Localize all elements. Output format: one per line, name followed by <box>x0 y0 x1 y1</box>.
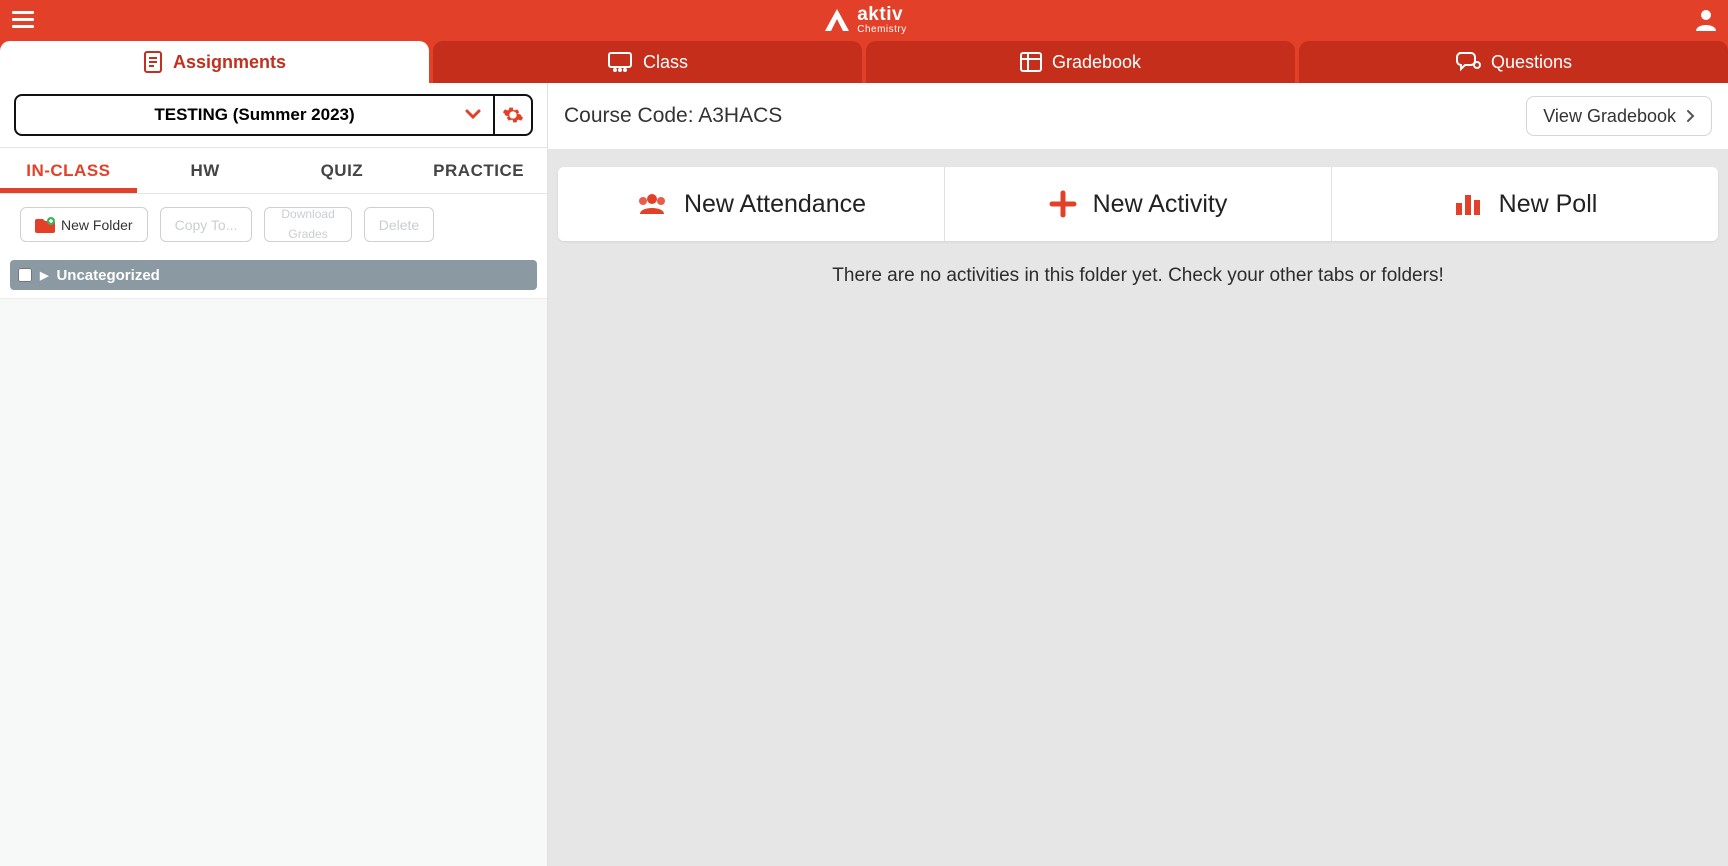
menu-icon[interactable] <box>12 11 34 28</box>
folder-toolbar: New Folder Copy To... Download Grades De… <box>0 193 547 252</box>
folder-plus-icon <box>35 217 55 233</box>
folder-name: Uncategorized <box>56 267 159 284</box>
assignments-icon <box>143 50 163 74</box>
course-code: Course Code: A3HACS <box>564 104 782 128</box>
tab-assignments-label: Assignments <box>173 52 286 73</box>
class-icon <box>607 51 633 73</box>
tab-questions-label: Questions <box>1491 52 1572 73</box>
primary-nav: Assignments Class Gradebook Questions <box>0 39 1728 83</box>
copy-to-button[interactable]: Copy To... <box>160 207 253 242</box>
brand-name: aktiv <box>857 5 907 24</box>
subtab-practice-label: PRACTICE <box>433 161 524 181</box>
subtab-inclass[interactable]: IN-CLASS <box>0 148 137 193</box>
main-body: TESTING (Summer 2023) IN-CLASS HW QUIZ P… <box>0 83 1728 866</box>
download-grades-label-2: Grades <box>288 228 327 241</box>
top-bar: aktiv Chemistry <box>0 0 1728 39</box>
right-header: Course Code: A3HACS View Gradebook <box>548 83 1728 149</box>
new-activity-label: New Activity <box>1093 190 1228 219</box>
view-gradebook-label: View Gradebook <box>1543 106 1676 127</box>
subtab-practice[interactable]: PRACTICE <box>410 148 547 193</box>
subtab-quiz[interactable]: QUIZ <box>274 148 411 193</box>
right-body: New Attendance New Activity New Poll The… <box>548 149 1728 866</box>
left-panel: TESTING (Summer 2023) IN-CLASS HW QUIZ P… <box>0 83 548 866</box>
tab-class[interactable]: Class <box>433 41 862 83</box>
chevron-down-icon <box>465 106 481 124</box>
subtab-hw[interactable]: HW <box>137 148 274 193</box>
download-grades-label-1: Download <box>281 208 334 221</box>
brand-text: aktiv Chemistry <box>857 5 907 35</box>
plus-icon <box>1049 190 1077 218</box>
new-activity-button[interactable]: New Activity <box>944 167 1331 241</box>
folder-row-uncategorized[interactable]: ▶ Uncategorized <box>10 260 537 290</box>
course-code-label: Course Code: <box>564 104 698 127</box>
brand-logo[interactable]: aktiv Chemistry <box>823 5 907 35</box>
course-select[interactable]: TESTING (Summer 2023) <box>14 94 493 136</box>
course-code-value: A3HACS <box>698 104 782 127</box>
subtab-quiz-label: QUIZ <box>321 161 364 181</box>
tab-gradebook[interactable]: Gradebook <box>866 41 1295 83</box>
tab-questions[interactable]: Questions <box>1299 41 1728 83</box>
delete-label: Delete <box>379 217 419 233</box>
chevron-right-icon <box>1686 109 1695 123</box>
gear-icon <box>502 104 524 126</box>
assignment-subtabs: IN-CLASS HW QUIZ PRACTICE <box>0 147 547 193</box>
new-folder-button[interactable]: New Folder <box>20 207 148 242</box>
questions-icon <box>1455 51 1481 73</box>
new-poll-button[interactable]: New Poll <box>1331 167 1718 241</box>
poll-icon <box>1453 191 1483 217</box>
empty-state-message: There are no activities in this folder y… <box>558 265 1718 287</box>
course-select-label: TESTING (Summer 2023) <box>154 105 354 125</box>
tab-gradebook-label: Gradebook <box>1052 52 1141 73</box>
right-panel: Course Code: A3HACS View Gradebook New A… <box>548 83 1728 866</box>
brand-mark-icon <box>823 7 851 33</box>
subtab-inclass-label: IN-CLASS <box>26 161 110 181</box>
subtab-hw-label: HW <box>190 161 219 181</box>
tab-assignments[interactable]: Assignments <box>0 41 429 83</box>
new-attendance-button[interactable]: New Attendance <box>558 167 944 241</box>
gradebook-icon <box>1020 52 1042 72</box>
delete-button[interactable]: Delete <box>364 207 434 242</box>
copy-to-label: Copy To... <box>175 217 238 233</box>
attendance-icon <box>636 192 668 216</box>
new-poll-label: New Poll <box>1499 190 1598 219</box>
folder-checkbox[interactable] <box>18 268 32 282</box>
new-folder-label: New Folder <box>61 217 133 233</box>
brand-sub: Chemistry <box>857 25 907 35</box>
new-attendance-label: New Attendance <box>684 190 866 219</box>
expand-icon[interactable]: ▶ <box>40 269 48 282</box>
download-grades-button[interactable]: Download Grades <box>264 207 351 242</box>
action-cards: New Attendance New Activity New Poll <box>558 167 1718 241</box>
tab-class-label: Class <box>643 52 688 73</box>
left-fill <box>0 298 547 866</box>
user-menu-icon[interactable] <box>1696 9 1716 31</box>
course-selector-row: TESTING (Summer 2023) <box>0 83 547 147</box>
folder-list: ▶ Uncategorized <box>0 252 547 298</box>
course-settings-button[interactable] <box>493 94 533 136</box>
view-gradebook-button[interactable]: View Gradebook <box>1526 96 1712 136</box>
